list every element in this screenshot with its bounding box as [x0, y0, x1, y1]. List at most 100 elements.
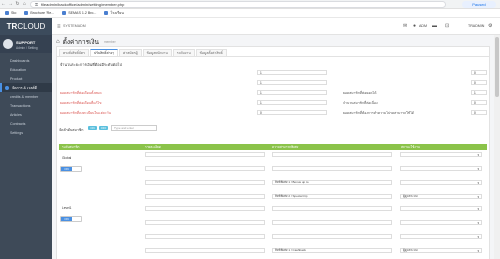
- rank-label: จัดลำดับสมาชิก: [59, 128, 84, 132]
- tab-divider: [57, 56, 489, 57]
- setting-input[interactable]: 1: [257, 100, 327, 105]
- setting-label: ยอดสมาชิกที่ต่อเดือนทั้งหมด: [60, 91, 102, 95]
- cell-input[interactable]: [145, 220, 265, 225]
- bookmark-item[interactable]: โรงเรียน: [104, 10, 124, 16]
- setting-input[interactable]: 0: [471, 100, 487, 105]
- cell-input[interactable]: [272, 152, 392, 157]
- group-toggle[interactable]: ON: [60, 216, 82, 222]
- avatar: [3, 39, 13, 49]
- status-select[interactable]: ▾: [400, 206, 482, 211]
- setting-input[interactable]: 1: [257, 70, 327, 75]
- browser-toolbar: ← → ↻ ⌂ ⚿ fileadmin/backoffice/admin/set…: [0, 0, 500, 9]
- profile-paused-button[interactable]: Paused: [462, 1, 496, 8]
- status-select[interactable]: ผู้ดูแลระบบ ▾: [400, 194, 482, 199]
- status-select[interactable]: ▾: [400, 180, 482, 185]
- mail-icon[interactable]: ✉: [403, 23, 407, 29]
- bookmark-item[interactable]: SEMAS 1.2 Bro...: [62, 11, 96, 15]
- status-select[interactable]: ▾: [400, 166, 482, 171]
- tab-3[interactable]: ข้อมูลพนักงาน: [142, 49, 172, 56]
- bookmark-item[interactable]: Sto: [5, 11, 16, 15]
- sidebar: SUPPORT Admin / Setting Dashboards Educa…: [0, 35, 52, 259]
- address-bar[interactable]: ⚿ fileadmin/backoffice/admin/setting/mem…: [30, 1, 446, 8]
- cell-input[interactable]: [272, 234, 392, 239]
- group-toggle[interactable]: ON: [60, 166, 82, 172]
- rank-on-button[interactable]: ON: [88, 126, 97, 130]
- back-icon[interactable]: ←: [0, 1, 7, 8]
- column-header: สถานะใช้งาน: [401, 144, 420, 149]
- forward-icon[interactable]: →: [7, 1, 14, 8]
- setting-input[interactable]: 0: [257, 110, 327, 115]
- sidebar-item-product[interactable]: Product: [0, 74, 52, 83]
- sidebar-item-education[interactable]: Education: [0, 65, 52, 74]
- tab-bar: ตรงสั่งสิทธิ์บัตร ปรับสิทธิ์ต่างๆ ค่าสมั…: [59, 49, 227, 56]
- home-icon[interactable]: ⌂: [21, 1, 28, 8]
- sidebar-item-credits[interactable]: credits & member: [0, 92, 52, 101]
- url-text: fileadmin/backoffice/admin/setting/membe…: [41, 2, 125, 7]
- status-select[interactable]: ▾: [400, 220, 482, 225]
- lock-icon[interactable]: ⊡: [445, 23, 449, 29]
- tab-1-active[interactable]: ปรับสิทธิ์ต่างๆ: [89, 49, 119, 56]
- cell-input[interactable]: [145, 234, 265, 239]
- setting-input[interactable]: 1: [257, 90, 327, 95]
- sidebar-item-settings[interactable]: Settings: [0, 128, 52, 137]
- cell-input[interactable]: [145, 180, 265, 185]
- sidebar-item-dashboards[interactable]: Dashboards: [0, 56, 52, 65]
- active-dot-icon: [5, 85, 9, 90]
- admin-label[interactable]: TRADMIN: [468, 24, 484, 28]
- cell-input[interactable]: [145, 206, 265, 211]
- column-header: ความสามารถพิเศษ: [272, 144, 299, 149]
- user-short[interactable]: ADM: [419, 24, 427, 28]
- user-name: SUPPORT: [16, 40, 36, 45]
- cell-input[interactable]: [145, 152, 265, 157]
- reload-icon[interactable]: ↻: [14, 1, 21, 8]
- tab-5[interactable]: ข้อมูลตั้งค่าสิทธิ์: [195, 49, 227, 56]
- status-select[interactable]: ▾: [400, 234, 482, 239]
- sidebar-item-transactions[interactable]: Transactions: [0, 101, 52, 110]
- flag-icon[interactable]: ▬: [432, 23, 437, 29]
- app-header: TR CLOUD ≡ SYSTEMADM ✉ ● ADM ▬ ⊡ TRADMIN …: [0, 18, 500, 35]
- user-role: Admin / Setting: [16, 46, 38, 50]
- sidebar-item-settings-active[interactable]: จัดการ & เวลส์ดี: [0, 83, 52, 92]
- bookmark-item[interactable]: Brochure 'Re...: [24, 11, 54, 15]
- setting-input[interactable]: 0: [471, 80, 487, 85]
- lock-icon: ⚿: [35, 2, 39, 7]
- setting-label: ยอดสมาชิกที่ต่อยอดได้: [343, 91, 377, 95]
- setting-input[interactable]: 0: [471, 110, 487, 115]
- chevron-down-icon: ▾: [477, 180, 479, 185]
- setting-label: ยอดสมาชิกที่ต้องการทำความโปรดสามารถใช้ได…: [343, 111, 414, 115]
- setting-input[interactable]: 1: [257, 80, 327, 85]
- sidebar-item-articles[interactable]: Articles: [0, 110, 52, 119]
- scrollbar-thumb[interactable]: [495, 37, 499, 97]
- column-header: ระดับสมาชิก: [62, 144, 80, 149]
- cell-input[interactable]: สิทธิพิเศษ 1 / Cashback: [272, 248, 392, 253]
- logo[interactable]: TR CLOUD: [0, 18, 52, 35]
- setting-label: จำนวนสมาชิกที่ต่อเนื่อง: [343, 101, 378, 105]
- sidebar-item-contracts[interactable]: Contracts: [0, 119, 52, 128]
- chevron-down-icon: ▾: [477, 248, 479, 253]
- cell-input[interactable]: [272, 206, 392, 211]
- setting-input[interactable]: 1: [471, 90, 487, 95]
- menu-toggle-icon[interactable]: ≡: [57, 24, 61, 30]
- bookmark-icon: [24, 11, 29, 15]
- cell-input[interactable]: [272, 220, 392, 225]
- cell-input[interactable]: [145, 248, 265, 253]
- group-name: Level1: [62, 206, 72, 210]
- settings-gear-icon[interactable]: ⚙: [488, 23, 492, 29]
- cell-input[interactable]: สิทธิพิเศษ 1 / Bonus up to: [272, 180, 392, 185]
- tab-0[interactable]: ตรงสั่งสิทธิ์บัตร: [59, 49, 89, 56]
- cell-input[interactable]: สิทธิพิเศษ 2 / Special trip: [272, 194, 392, 199]
- system-label: SYSTEMADM: [63, 24, 86, 28]
- status-select[interactable]: ผู้ดูแลระบบ ▾: [400, 248, 482, 253]
- tab-4[interactable]: ระดับงาน: [172, 49, 195, 56]
- bookmark-icon: [5, 11, 9, 15]
- cell-input[interactable]: [145, 166, 265, 171]
- rank-off-button[interactable]: OFF: [99, 126, 108, 130]
- cell-input[interactable]: [272, 166, 392, 171]
- cell-input[interactable]: [145, 194, 265, 199]
- setting-input[interactable]: 0: [471, 70, 487, 75]
- rank-search-input[interactable]: Type and enter: [111, 125, 157, 131]
- tab-2[interactable]: ค่าสมัครผู้: [119, 49, 142, 56]
- user-icon[interactable]: ●: [413, 23, 416, 29]
- status-select[interactable]: ▾: [400, 152, 482, 157]
- group-name: Global: [62, 156, 72, 160]
